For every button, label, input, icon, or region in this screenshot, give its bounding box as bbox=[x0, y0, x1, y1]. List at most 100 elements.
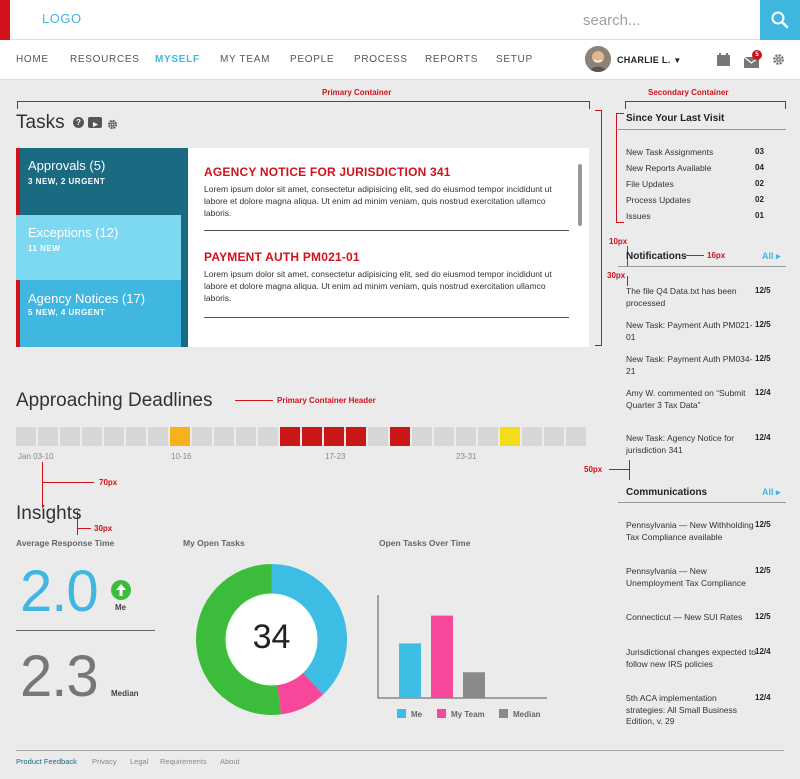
avg-response-label: Average Response Time bbox=[16, 538, 115, 548]
nav-reports[interactable]: REPORTS bbox=[425, 54, 478, 65]
deadline-cell[interactable] bbox=[60, 427, 80, 446]
since_visit-item-value: 02 bbox=[755, 179, 764, 188]
notice-title[interactable]: AGENCY NOTICE FOR JURISDICTION 341 bbox=[204, 165, 451, 179]
notifications-item-text[interactable]: New Task: Payment Auth PM021-01 bbox=[626, 320, 756, 343]
nav-myself[interactable]: MYSELF bbox=[155, 54, 200, 65]
over-time-label: Open Tasks Over Time bbox=[379, 538, 471, 548]
nav-home[interactable]: HOME bbox=[16, 54, 49, 65]
communications-item-text[interactable]: 5th ACA implementation strategies: All S… bbox=[626, 693, 756, 728]
since_visit-item-text[interactable]: New Reports Available bbox=[626, 163, 756, 175]
guide-tick bbox=[629, 460, 630, 480]
communications-item-text[interactable]: Pennsylvania — New Withholding Tax Compl… bbox=[626, 520, 756, 543]
user-name: CHARLIE L. bbox=[617, 55, 671, 65]
guide-bracket bbox=[616, 222, 624, 223]
tab-exceptions[interactable]: Exceptions (12) 11 NEW bbox=[16, 215, 181, 280]
footer-link-requirements[interactable]: Requirements bbox=[160, 757, 207, 766]
nav-resources[interactable]: RESOURCES bbox=[70, 54, 140, 65]
nav-process[interactable]: PROCESS bbox=[354, 54, 408, 65]
deadline-cell[interactable] bbox=[16, 427, 36, 446]
user-menu[interactable]: CHARLIE L. ▼ bbox=[617, 55, 682, 65]
deadline-cell[interactable] bbox=[456, 427, 476, 446]
communications-item-text[interactable]: Pennsylvania — New Unemployment Tax Comp… bbox=[626, 566, 756, 589]
notice-body: Lorem ipsum dolor sit amet, consectetur … bbox=[204, 269, 552, 303]
tab-approvals-title: Approvals (5) bbox=[28, 158, 106, 173]
search-button[interactable] bbox=[760, 0, 800, 40]
deadline-cell[interactable] bbox=[236, 427, 256, 446]
annotation-70px: 70px bbox=[99, 478, 118, 487]
deadline-cell[interactable] bbox=[324, 427, 344, 446]
video-icon[interactable] bbox=[88, 117, 102, 128]
footer-link-privacy[interactable]: Privacy bbox=[92, 757, 117, 766]
since_visit-item-value: 04 bbox=[755, 163, 764, 172]
deadline-cell[interactable] bbox=[82, 427, 102, 446]
nav-people[interactable]: PEOPLE bbox=[290, 54, 334, 65]
deadline-cell[interactable] bbox=[302, 427, 322, 446]
communications-item-text[interactable]: Jurisdictional changes expected to follo… bbox=[626, 647, 756, 670]
deadline-cell[interactable] bbox=[368, 427, 388, 446]
settings-gear-icon[interactable] bbox=[107, 117, 118, 130]
footer-link-legal[interactable]: Legal bbox=[130, 757, 148, 766]
bar-my-team bbox=[431, 615, 453, 698]
guide-tick bbox=[609, 469, 629, 470]
help-icon[interactable]: ? bbox=[73, 117, 84, 128]
tasks-title: Tasks bbox=[16, 112, 65, 134]
notifications-item-text[interactable]: Amy W. commented on “Submit Quarter 3 Ta… bbox=[626, 388, 756, 411]
urgent-stripe bbox=[16, 148, 20, 215]
communications-item-value: 12/4 bbox=[755, 647, 771, 656]
footer-link-feedback[interactable]: Product Feedback bbox=[16, 757, 77, 766]
gear-icon[interactable] bbox=[772, 53, 785, 66]
notifications-item-text[interactable]: New Task: Agency Notice for jurisdiction… bbox=[626, 433, 756, 456]
deadline-cell[interactable] bbox=[126, 427, 146, 446]
deadline-cell[interactable] bbox=[104, 427, 124, 446]
notifications-all-link[interactable]: All ▸ bbox=[762, 251, 781, 262]
annotation-30px-right: 30px bbox=[607, 271, 626, 280]
guide-bracket bbox=[616, 113, 617, 223]
notifications-item-text[interactable]: New Task: Payment Auth PM034-21 bbox=[626, 354, 756, 377]
search-icon bbox=[771, 11, 789, 29]
scrollbar[interactable] bbox=[578, 164, 582, 226]
logo[interactable]: LOGO bbox=[42, 11, 82, 26]
guide-tick bbox=[785, 101, 786, 109]
since-visit-title: Since Your Last Visit bbox=[626, 113, 725, 124]
deadline-cell[interactable] bbox=[346, 427, 366, 446]
guide-tick bbox=[625, 101, 626, 109]
since_visit-item-text[interactable]: New Task Assignments bbox=[626, 147, 756, 159]
deadline-cell[interactable] bbox=[500, 427, 520, 446]
deadline-cell[interactable] bbox=[148, 427, 168, 446]
deadline-cell[interactable] bbox=[434, 427, 454, 446]
urgent-stripe bbox=[16, 280, 20, 347]
deadline-cell[interactable] bbox=[522, 427, 542, 446]
tab-approvals[interactable]: Approvals (5) 3 NEW, 2 URGENT bbox=[16, 148, 181, 215]
since_visit-item-text[interactable]: Process Updates bbox=[626, 195, 756, 207]
since_visit-item-text[interactable]: Issues bbox=[626, 211, 756, 223]
communications-all-link[interactable]: All ▸ bbox=[762, 487, 781, 498]
since_visit-item-text[interactable]: File Updates bbox=[626, 179, 756, 191]
insights-title: Insights bbox=[16, 503, 82, 524]
deadline-cell[interactable] bbox=[258, 427, 278, 446]
tasks-card: Approvals (5) 3 NEW, 2 URGENT Exceptions… bbox=[16, 148, 589, 347]
notice-title[interactable]: PAYMENT AUTH PM021-01 bbox=[204, 250, 360, 264]
deadline-cell[interactable] bbox=[566, 427, 586, 446]
deadline-cell[interactable] bbox=[38, 427, 58, 446]
deadline-cell[interactable] bbox=[214, 427, 234, 446]
tab-exceptions-sub: 11 NEW bbox=[28, 244, 61, 253]
deadline-cell[interactable] bbox=[412, 427, 432, 446]
deadline-cell[interactable] bbox=[280, 427, 300, 446]
nav-setup[interactable]: SETUP bbox=[496, 54, 533, 65]
tab-agency-notices-sub: 5 NEW, 4 URGENT bbox=[28, 308, 106, 317]
deadline-cell[interactable] bbox=[390, 427, 410, 446]
nav-my-team[interactable]: MY TEAM bbox=[220, 54, 270, 65]
communications-item-text[interactable]: Connecticut — New SUI Rates bbox=[626, 612, 756, 624]
search-input[interactable] bbox=[583, 8, 753, 32]
calendar-icon[interactable] bbox=[716, 53, 731, 66]
tab-agency-notices[interactable]: Agency Notices (17) 5 NEW, 4 URGENT bbox=[16, 280, 181, 347]
deadline-cell[interactable] bbox=[192, 427, 212, 446]
footer-link-about[interactable]: About bbox=[220, 757, 240, 766]
guide-tick bbox=[235, 400, 273, 401]
avatar[interactable] bbox=[585, 46, 611, 72]
deadline-cell[interactable] bbox=[170, 427, 190, 446]
deadline-cell[interactable] bbox=[544, 427, 564, 446]
notifications-item-text[interactable]: The file Q4 Data.txt has been processed bbox=[626, 286, 756, 309]
communications-item-value: 12/5 bbox=[755, 520, 771, 529]
deadline-cell[interactable] bbox=[478, 427, 498, 446]
